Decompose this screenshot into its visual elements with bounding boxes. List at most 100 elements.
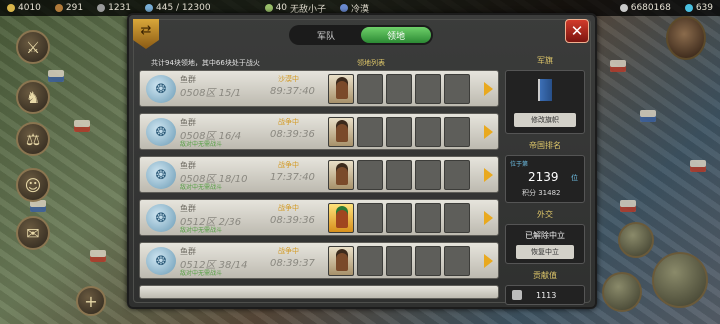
territory-timer: 89:37:40	[270, 86, 315, 97]
territory-row[interactable]: ❂ 鱼群 0508区 18/10 敌对中无需战斗 战争中 17:37:40	[139, 156, 499, 193]
fish-icon: ❂	[146, 161, 176, 189]
resource-value: 1231	[108, 3, 131, 13]
arrow-right-icon[interactable]	[484, 254, 493, 268]
shovel-icon[interactable]	[602, 272, 642, 312]
territory-timer: 17:37:40	[270, 172, 315, 183]
resource-silver: 6680168	[613, 3, 678, 13]
rank-score: 积分 31482	[522, 189, 561, 197]
axe-icon[interactable]	[652, 252, 708, 308]
empty-slot[interactable]	[415, 117, 441, 147]
level-icon	[264, 4, 273, 12]
resource-value: 639	[695, 3, 713, 13]
flag-card: 修改旗帜	[505, 70, 585, 134]
military-icon[interactable]: ♞	[16, 80, 50, 114]
resource-gems[interactable]: 639	[678, 3, 720, 13]
empty-slot[interactable]	[357, 117, 383, 147]
restore-neutral-button[interactable]: 恢复中立	[516, 245, 574, 259]
contribution-icon	[512, 290, 522, 300]
arrow-right-icon[interactable]	[484, 168, 493, 182]
diplomacy-status: 已解除中立	[525, 231, 565, 240]
territory-row[interactable]	[139, 285, 499, 299]
resource-stone: 1231	[90, 3, 138, 13]
empty-slot[interactable]	[357, 160, 383, 190]
empty-slot[interactable]	[444, 74, 470, 104]
empty-slot[interactable]	[444, 117, 470, 147]
empty-slot[interactable]	[415, 160, 441, 190]
hero-slots	[328, 160, 470, 190]
map-building	[690, 160, 706, 172]
hero-slots	[328, 246, 470, 276]
territory-row[interactable]: ❂ 鱼群 0512区 38/14 敌对中无需战斗 战争中 08:39:37	[139, 242, 499, 279]
empty-slot[interactable]	[386, 246, 412, 276]
tab-bar: 军队 领地	[289, 25, 433, 45]
rank-label: 位于第	[510, 161, 529, 168]
arrow-right-icon[interactable]	[484, 211, 493, 225]
hero-portrait[interactable]	[328, 117, 354, 147]
arrow-right-icon[interactable]	[484, 125, 493, 139]
territory-row[interactable]: ❂ 鱼群 0508区 16/4 敌对中无需战斗 战争中 08:39:36	[139, 113, 499, 150]
hero-portrait[interactable]	[328, 160, 354, 190]
arrow-right-icon[interactable]	[484, 82, 493, 96]
empty-slot[interactable]	[444, 246, 470, 276]
rank-value: 2139	[528, 170, 559, 184]
rank-unit: 位	[571, 174, 578, 182]
close-button[interactable]: ✕	[565, 19, 589, 43]
hero-slots	[328, 203, 470, 233]
people-icon[interactable]: ☺	[16, 168, 50, 202]
territory-status: 战争中	[278, 161, 299, 169]
territory-note: 敌对中无需战斗	[180, 141, 223, 148]
silver-icon	[619, 4, 628, 12]
contribution-card: 1113	[505, 285, 585, 305]
territory-row[interactable]: ❂ 鱼群 0512区 2/36 敌对中无需战斗 战争中 08:39:36	[139, 199, 499, 236]
empty-slot[interactable]	[444, 160, 470, 190]
globe-icon[interactable]	[618, 222, 654, 258]
add-icon[interactable]: +	[76, 286, 106, 316]
resource-value: 4010	[18, 3, 41, 13]
hero-portrait[interactable]	[328, 74, 354, 104]
fish-icon: ❂	[146, 204, 176, 232]
resource-food: 291	[48, 3, 90, 13]
territory-summary: 共计94块领地，其中66块处于战火	[151, 59, 260, 67]
territory-row[interactable]: ❂ 鱼群 0508区 15/1 沙漠中 89:37:40	[139, 70, 499, 107]
territory-note: 敌对中无需战斗	[180, 270, 223, 277]
territory-note: 敌对中无需战斗	[180, 184, 223, 191]
hero-slots	[328, 74, 470, 104]
fish-icon: ❂	[146, 75, 176, 103]
edit-flag-button[interactable]: 修改旗帜	[514, 113, 576, 127]
tab-army[interactable]: 军队	[291, 27, 361, 43]
resource-gold: 4010	[0, 3, 48, 13]
map-scroll-icon[interactable]: ✉	[16, 216, 50, 250]
resource-value: 291	[65, 3, 84, 13]
map-building	[640, 110, 656, 122]
tab-territory[interactable]: 领地	[361, 27, 431, 43]
empty-slot[interactable]	[386, 117, 412, 147]
map-building	[48, 70, 64, 82]
empty-slot[interactable]	[357, 74, 383, 104]
empty-slot[interactable]	[415, 246, 441, 276]
territory-panel: ⇄ ✕ 军队 领地 共计94块领地，其中66块处于战火 领地列表 ❂ 鱼群 05…	[127, 13, 597, 309]
territory-list-header: 领地列表	[357, 59, 385, 67]
hero-portrait[interactable]	[328, 203, 354, 233]
hero-portrait[interactable]	[328, 246, 354, 276]
empty-slot[interactable]	[386, 160, 412, 190]
empty-slot[interactable]	[415, 203, 441, 233]
map-building	[90, 250, 106, 262]
hero-slots	[328, 117, 470, 147]
flag-icon	[538, 79, 552, 101]
contribution-value: 1113	[536, 290, 557, 300]
shield-icon[interactable]: ⚔	[16, 30, 50, 64]
territory-timer: 08:39:36	[270, 215, 315, 226]
player-avatar[interactable]	[666, 16, 706, 60]
empty-slot[interactable]	[415, 74, 441, 104]
empty-slot[interactable]	[444, 203, 470, 233]
territory-status: 战争中	[278, 118, 299, 126]
empty-slot[interactable]	[357, 246, 383, 276]
empty-slot[interactable]	[386, 74, 412, 104]
territory-status: 战争中	[278, 247, 299, 255]
rank-card: 位于第 2139 位 积分 31482	[505, 155, 585, 203]
empty-slot[interactable]	[357, 203, 383, 233]
justice-icon[interactable]: ⚖	[16, 122, 50, 156]
level-value: 40	[275, 3, 288, 13]
flag-title: 军旗	[537, 56, 553, 65]
empty-slot[interactable]	[386, 203, 412, 233]
